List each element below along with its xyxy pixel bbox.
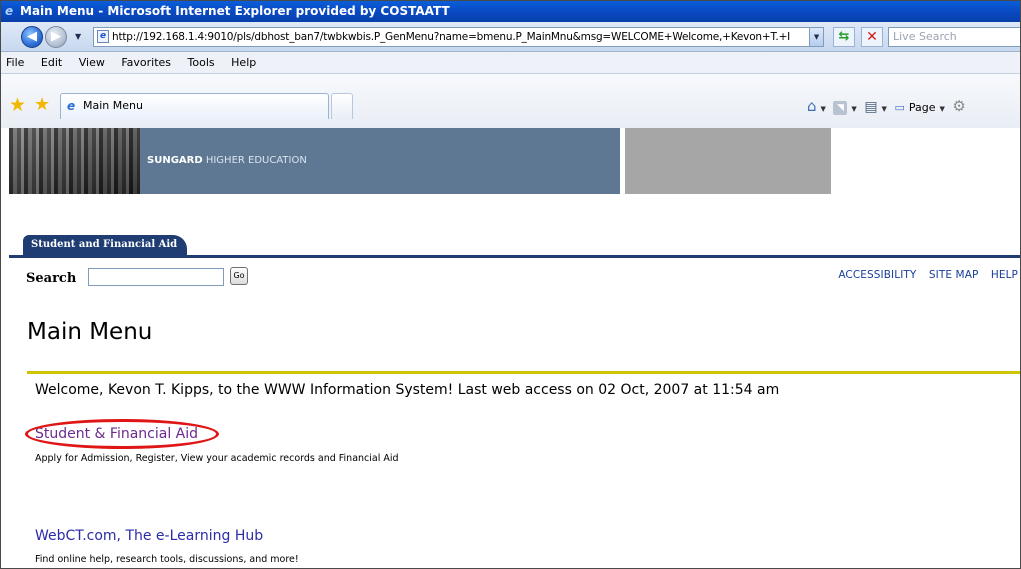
menu-favorites[interactable]: Favorites (121, 56, 171, 69)
print-icon[interactable]: ▤ (864, 97, 877, 117)
forward-button[interactable]: ▶ (45, 26, 67, 48)
top-links: ACCESSIBILITY SITE MAP HELP (829, 269, 1018, 281)
sungard-logo: SUNGARD HIGHER EDUCATION (147, 155, 307, 166)
back-button[interactable]: ◀ (21, 26, 43, 48)
help-link[interactable]: HELP (991, 269, 1018, 281)
address-toolbar: ◀ ▶ ▼ e http://192.168.1.4:9010/pls/dbho… (1, 22, 1020, 52)
banner-photo (9, 128, 140, 194)
menu-help[interactable]: Help (231, 56, 256, 69)
window-title: Main Menu - Microsoft Internet Explorer … (20, 4, 450, 18)
page-dropdown-icon[interactable]: ▼ (939, 99, 944, 119)
ie-logo-icon: e (5, 4, 14, 18)
page-menu-icon[interactable]: ▭ (894, 98, 904, 118)
window-titlebar: e Main Menu - Microsoft Internet Explorer… (1, 1, 1020, 22)
address-dropdown-icon[interactable]: ▼ (809, 28, 823, 46)
nav-rule (9, 255, 1020, 258)
print-dropdown-icon[interactable]: ▼ (882, 99, 887, 119)
menu-view[interactable]: View (79, 56, 105, 69)
live-search-input[interactable]: Live Search (888, 27, 1020, 47)
refresh-button[interactable]: ⇆ (833, 27, 855, 47)
address-url: http://192.168.1.4:9010/pls/dbhost_ban7/… (112, 31, 791, 43)
page-icon: e (97, 30, 109, 43)
new-tab-button[interactable] (331, 93, 353, 119)
stop-button[interactable]: ✕ (861, 27, 883, 47)
feeds-dropdown-icon[interactable]: ▼ (851, 99, 856, 119)
welcome-message: Welcome, Kevon T. Kipps, to the WWW Info… (35, 382, 780, 398)
feeds-icon[interactable]: ◥ (833, 101, 848, 115)
red-highlight-ellipse (25, 419, 219, 449)
title-divider (27, 371, 1020, 374)
web-page: SUNGARD HIGHER EDUCATION Student and Fin… (1, 128, 1020, 568)
menu-tools[interactable]: Tools (188, 56, 215, 69)
ie-tab-icon: e (67, 99, 76, 113)
menu-desc-student-financial-aid: Apply for Admission, Register, View your… (35, 453, 399, 464)
home-dropdown-icon[interactable]: ▼ (821, 99, 826, 119)
menu-bar: File Edit View Favorites Tools Help (1, 52, 1020, 74)
menu-file[interactable]: File (6, 56, 24, 69)
tab-student-financial-aid[interactable]: Student and Financial Aid (23, 235, 188, 255)
brand-suffix: HIGHER EDUCATION (205, 155, 307, 166)
page-title: Main Menu (27, 319, 153, 345)
search-input[interactable] (88, 268, 224, 286)
command-bar: ⌂ ▼ ◥ ▼ ▤ ▼ ▭ Page ▼ ⚙ (807, 96, 970, 116)
add-favorite-icon[interactable]: ★ (34, 96, 52, 114)
site-map-link[interactable]: SITE MAP (929, 269, 979, 281)
go-button[interactable]: Go (230, 267, 248, 285)
browser-window: e Main Menu - Microsoft Internet Explorer… (0, 0, 1021, 569)
accessibility-link[interactable]: ACCESSIBILITY (838, 269, 916, 281)
address-field[interactable]: e http://192.168.1.4:9010/pls/dbhost_ban… (93, 27, 824, 47)
menu-link-webct[interactable]: WebCT.com, The e-Learning Hub (35, 528, 263, 544)
tools-gear-icon[interactable]: ⚙ (952, 96, 965, 116)
tab-bar: ★ ★ e Main Menu ⌂ ▼ ◥ ▼ ▤ ▼ ▭ Page ▼ ⚙ (1, 74, 1020, 128)
history-dropdown-icon[interactable]: ▼ (75, 32, 81, 41)
page-menu-label[interactable]: Page (909, 98, 936, 118)
menu-desc-webct: Find online help, research tools, discus… (35, 554, 299, 565)
home-icon[interactable]: ⌂ (807, 96, 817, 116)
search-label: Search (26, 271, 77, 286)
menu-edit[interactable]: Edit (41, 56, 62, 69)
tab-main-menu[interactable]: e Main Menu (60, 93, 329, 119)
tab-label: Main Menu (83, 99, 143, 112)
favorites-center-icon[interactable]: ★ (9, 96, 27, 115)
banner-gray-block (625, 128, 831, 194)
brand-name: SUNGARD (147, 155, 203, 166)
